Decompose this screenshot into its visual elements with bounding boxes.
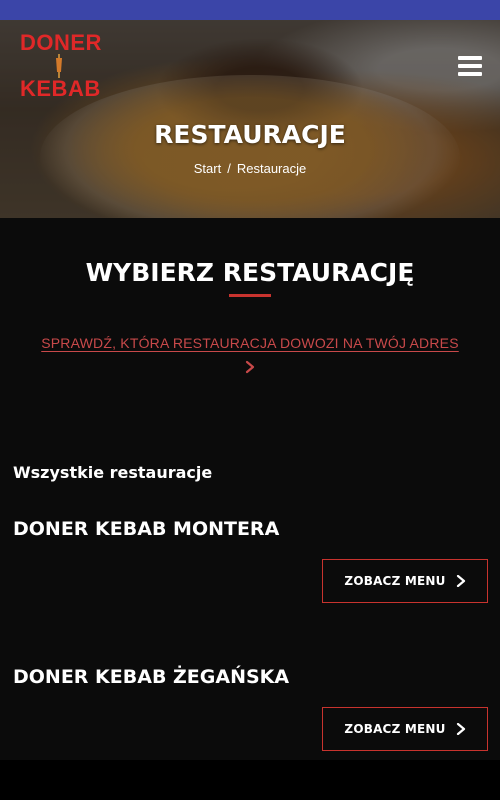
view-menu-button-label: ZOBACZ MENU [344,574,446,588]
hamburger-menu-icon[interactable] [458,56,482,78]
chevron-right-icon [456,575,465,587]
logo-text-bottom: KEBAB [20,76,101,101]
kebab-spit-icon [56,54,62,78]
chevron-right-icon [456,723,465,735]
check-delivery-link[interactable]: SPRAWDŹ, KTÓRA RESTAURACJA DOWOZI NA TWÓ… [0,335,500,351]
breadcrumb-home-link[interactable]: Start [194,161,221,176]
chevron-right-icon[interactable] [243,360,257,374]
view-menu-button[interactable]: ZOBACZ MENU [322,559,488,603]
main-content: WYBIERZ RESTAURACJĘ SPRAWDŹ, KTÓRA RESTA… [0,218,500,760]
title-underline [229,294,271,297]
bottom-area [0,760,500,800]
breadcrumb: Start / Restauracje [0,161,500,176]
view-menu-button[interactable]: ZOBACZ MENU [322,707,488,751]
page-title: RESTAURACJE [154,120,346,149]
view-menu-button-label: ZOBACZ MENU [344,722,446,736]
status-bar [0,0,500,20]
breadcrumb-separator: / [227,161,231,176]
restaurant-name: DONER KEBAB MONTERA [13,518,280,540]
section-title: WYBIERZ RESTAURACJĘ [85,258,415,287]
logo-text-top: DONER [20,30,102,55]
all-restaurants-label: Wszystkie restauracje [13,463,213,482]
restaurant-name: DONER KEBAB ŻEGAŃSKA [13,666,290,688]
breadcrumb-current: Restauracje [236,161,307,176]
logo[interactable]: DONER KEBAB [20,32,104,102]
